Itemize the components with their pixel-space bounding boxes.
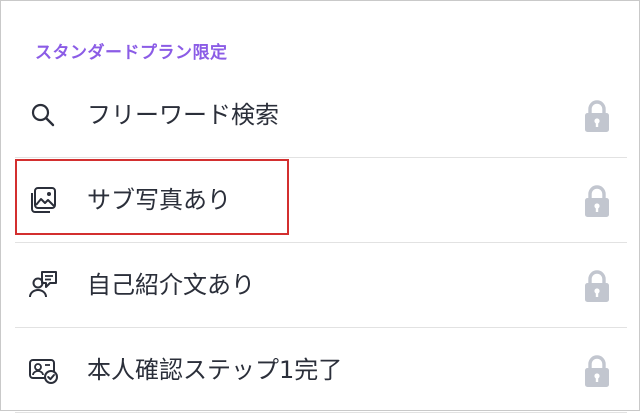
lock-icon: [583, 184, 611, 218]
filter-item-label: 自己紹介文あり: [87, 271, 255, 299]
filter-item-sub-photo[interactable]: サブ写真あり: [15, 158, 627, 243]
filter-item-id-verification[interactable]: 本人確認ステップ1完了: [15, 328, 627, 413]
filter-list: フリーワード検索 サブ写真あり 自己紹介文あり 本人確認ステップ1完了: [15, 73, 627, 413]
profile-message-icon: [27, 269, 59, 301]
filter-panel: スタンダードプラン限定 フリーワード検索 サブ写真あり 自己紹介文あり 本人確認…: [0, 0, 640, 413]
filter-item-label: フリーワード検索: [87, 101, 279, 129]
id-card-check-icon: [27, 354, 59, 386]
filter-item-self-introduction[interactable]: 自己紹介文あり: [15, 243, 627, 328]
lock-icon: [583, 269, 611, 303]
filter-item-label: 本人確認ステップ1完了: [87, 356, 343, 384]
photo-stack-icon: [27, 184, 59, 216]
lock-icon: [583, 99, 611, 133]
search-icon: [27, 99, 59, 131]
filter-item-label: サブ写真あり: [87, 186, 231, 214]
lock-icon: [583, 354, 611, 388]
section-title: スタンダードプラン限定: [35, 43, 228, 63]
filter-item-free-word-search[interactable]: フリーワード検索: [15, 73, 627, 158]
